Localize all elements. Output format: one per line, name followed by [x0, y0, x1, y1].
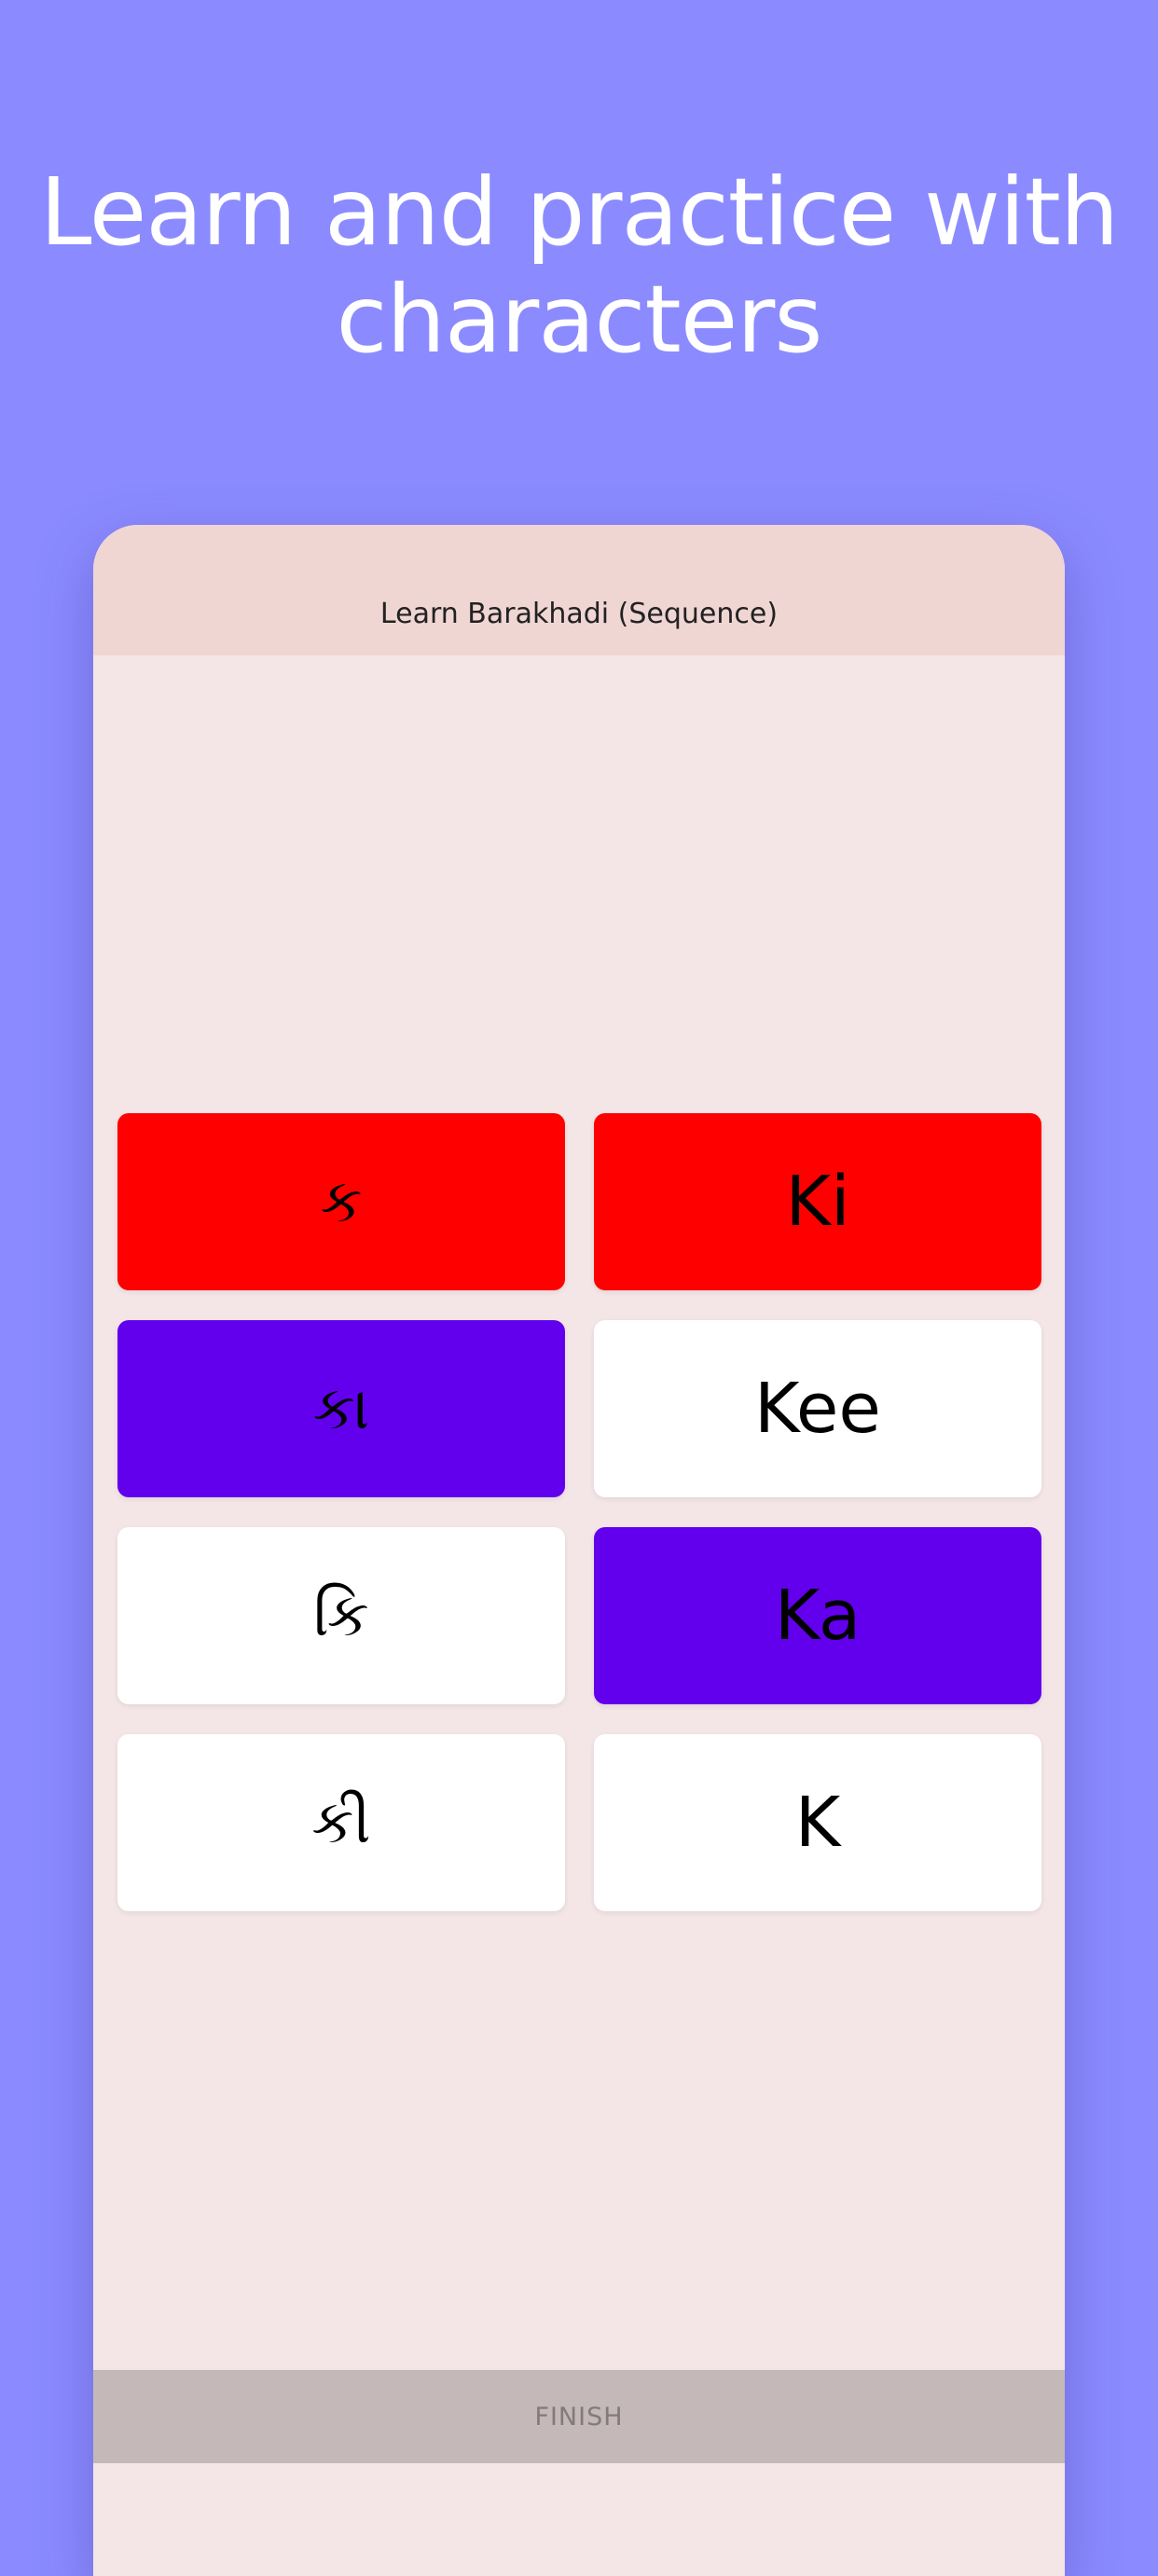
tile-gujarati-kaa[interactable]: કા: [117, 1320, 565, 1497]
tile-label: K: [794, 1783, 841, 1863]
finish-button[interactable]: FINISH: [93, 2370, 1065, 2463]
tile-gujarati-kee[interactable]: કી: [117, 1734, 565, 1911]
tile-label: કા: [312, 1374, 370, 1443]
tile-label: Ka: [774, 1576, 862, 1656]
tile-label: Kee: [754, 1369, 881, 1449]
headline-line-2: characters: [336, 265, 823, 374]
tile-latin-kee[interactable]: Kee: [594, 1320, 1041, 1497]
app-screen: Learn Barakhadi (Sequence) ક Ki કા Kee ક…: [93, 525, 1065, 2576]
finish-label: FINISH: [534, 2402, 624, 2431]
tile-label: Ki: [785, 1162, 850, 1242]
promo-headline: Learn and practice with characters: [0, 158, 1158, 373]
tile-latin-ka[interactable]: Ka: [594, 1527, 1041, 1704]
app-bar: Learn Barakhadi (Sequence): [93, 525, 1065, 655]
tile-label: કિ: [313, 1581, 369, 1650]
tile-label: કી: [311, 1788, 371, 1857]
tile-gujarati-ki[interactable]: કિ: [117, 1527, 565, 1704]
tile-label: ક: [320, 1167, 363, 1236]
headline-line-1: Learn and practice with: [39, 158, 1120, 267]
tile-latin-ki[interactable]: Ki: [594, 1113, 1041, 1290]
tile-latin-k[interactable]: K: [594, 1734, 1041, 1911]
app-title: Learn Barakhadi (Sequence): [379, 598, 779, 630]
tile-gujarati-ka[interactable]: ક: [117, 1113, 565, 1290]
